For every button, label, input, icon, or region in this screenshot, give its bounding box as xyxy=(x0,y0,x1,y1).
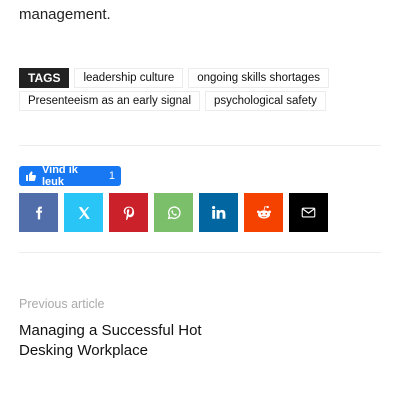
share-email-button[interactable] xyxy=(289,193,328,232)
share-buttons xyxy=(19,193,328,232)
share-pinterest-button[interactable] xyxy=(109,193,148,232)
whatsapp-icon xyxy=(166,205,182,221)
facebook-icon xyxy=(32,206,46,220)
share-reddit-button[interactable] xyxy=(244,193,283,232)
tag-link[interactable]: psychological safety xyxy=(205,91,326,111)
divider xyxy=(19,252,381,253)
x-twitter-icon xyxy=(77,206,91,220)
tag-link[interactable]: leadership culture xyxy=(74,68,184,88)
tags-row: TAGS leadership culture ongoing skills s… xyxy=(19,68,329,88)
tag-link[interactable]: ongoing skills shortages xyxy=(188,68,329,88)
tags-row: Presenteeism as an early signal psycholo… xyxy=(19,91,326,111)
previous-article-label: Previous article xyxy=(19,297,105,311)
article-text-fragment: management. xyxy=(19,6,111,23)
pinterest-icon xyxy=(122,206,136,220)
linkedin-icon xyxy=(211,205,226,220)
share-whatsapp-button[interactable] xyxy=(154,193,193,232)
email-icon xyxy=(301,205,316,220)
tags-label: TAGS xyxy=(19,68,70,88)
tag-link[interactable]: Presenteeism as an early signal xyxy=(19,91,200,111)
thumbs-up-icon xyxy=(25,170,37,182)
share-facebook-button[interactable] xyxy=(19,193,58,232)
like-count: 1 xyxy=(108,170,115,182)
previous-article-link[interactable]: Managing a Successful Hot Desking Workpl… xyxy=(19,321,239,361)
facebook-like-button[interactable]: Vind ik leuk 1 xyxy=(19,164,121,188)
share-linkedin-button[interactable] xyxy=(199,193,238,232)
share-x-button[interactable] xyxy=(64,193,103,232)
divider xyxy=(19,145,381,146)
like-label: Vind ik leuk xyxy=(42,164,78,188)
reddit-icon xyxy=(255,204,273,222)
